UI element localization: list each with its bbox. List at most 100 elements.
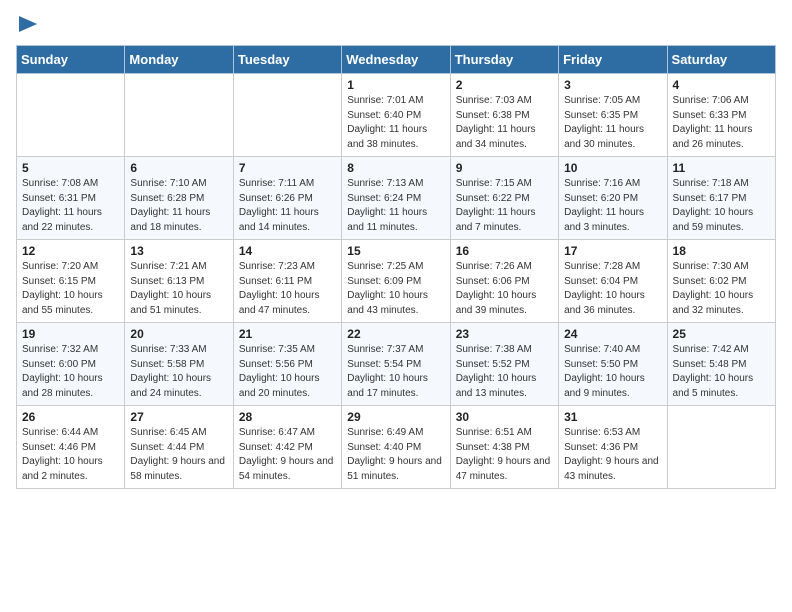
day-number: 20 [130,327,227,341]
calendar-cell: 2Sunrise: 7:03 AM Sunset: 6:38 PM Daylig… [450,74,558,157]
calendar-cell: 24 Sunrise: 7:40 AM Sunset: 5:50 PM Dayli… [559,323,667,406]
day-number: 23 [456,327,553,341]
calendar-cell: 14Sunrise: 7:23 AM Sunset: 6:11 PM Dayli… [233,240,341,323]
calendar-header-row: SundayMondayTuesdayWednesdayThursdayFrid… [17,46,776,74]
day-number: 11 [673,161,770,175]
day-number: 24 [564,327,661,341]
day-info: Sunrise: 7:13 AM Sunset: 6:24 PM Dayligh… [347,177,444,235]
day-number: 4 [673,78,770,92]
day-info: Sunrise: 7:16 AM Sunset: 6:20 PM Dayligh… [564,177,661,235]
calendar-week-row: 5 Sunrise: 7:08 AM Sunset: 6:31 PM Daylig… [17,157,776,240]
day-info: Sunrise: 7:42 AM Sunset: 5:48 PM Dayligh… [673,343,770,401]
calendar-cell [667,406,775,489]
day-number: 22 [347,327,444,341]
calendar-cell: 25 Sunrise: 7:42 AM Sunset: 5:48 PM Dayli… [667,323,775,406]
day-number: 26 [22,410,119,424]
calendar-cell: 10Sunrise: 7:16 AM Sunset: 6:20 PM Dayli… [559,157,667,240]
day-number: 25 [673,327,770,341]
day-info: Sunrise: 7:35 AM Sunset: 5:56 PM Dayligh… [239,343,336,401]
weekday-header-monday: Monday [125,46,233,74]
calendar-cell [233,74,341,157]
calendar-week-row: 19Sunrise: 7:32 AM Sunset: 6:00 PM Dayli… [17,323,776,406]
day-number: 30 [456,410,553,424]
calendar-cell: 5 Sunrise: 7:08 AM Sunset: 6:31 PM Daylig… [17,157,125,240]
calendar-cell: 27 Sunrise: 6:45 AM Sunset: 4:44 PM Dayli… [125,406,233,489]
weekday-header-friday: Friday [559,46,667,74]
calendar-cell: 3 Sunrise: 7:05 AM Sunset: 6:35 PM Daylig… [559,74,667,157]
calendar-cell: 19Sunrise: 7:32 AM Sunset: 6:00 PM Dayli… [17,323,125,406]
day-info: Sunrise: 7:30 AM Sunset: 6:02 PM Dayligh… [673,260,770,318]
calendar-cell: 20 Sunrise: 7:33 AM Sunset: 5:58 PM Dayli… [125,323,233,406]
day-number: 13 [130,244,227,258]
day-info: Sunrise: 7:28 AM Sunset: 6:04 PM Dayligh… [564,260,661,318]
day-number: 18 [673,244,770,258]
day-info: Sunrise: 6:49 AM Sunset: 4:40 PM Dayligh… [347,426,444,484]
day-number: 15 [347,244,444,258]
page-header [16,16,776,37]
calendar-cell: 12 Sunrise: 7:20 AM Sunset: 6:15 PM Dayli… [17,240,125,323]
day-number: 17 [564,244,661,258]
day-info: Sunrise: 7:38 AM Sunset: 5:52 PM Dayligh… [456,343,553,401]
calendar-cell: 28Sunrise: 6:47 AM Sunset: 4:42 PM Dayli… [233,406,341,489]
calendar-cell: 8 Sunrise: 7:13 AM Sunset: 6:24 PM Daylig… [342,157,450,240]
day-number: 7 [239,161,336,175]
day-info: Sunrise: 7:25 AM Sunset: 6:09 PM Dayligh… [347,260,444,318]
calendar-cell: 15 Sunrise: 7:25 AM Sunset: 6:09 PM Dayli… [342,240,450,323]
day-info: Sunrise: 7:11 AM Sunset: 6:26 PM Dayligh… [239,177,336,235]
weekday-header-saturday: Saturday [667,46,775,74]
day-number: 31 [564,410,661,424]
day-number: 29 [347,410,444,424]
calendar-cell: 17 Sunrise: 7:28 AM Sunset: 6:04 PM Dayli… [559,240,667,323]
day-number: 1 [347,78,444,92]
logo-arrow-icon [19,16,37,37]
day-number: 9 [456,161,553,175]
weekday-header-tuesday: Tuesday [233,46,341,74]
day-info: Sunrise: 6:47 AM Sunset: 4:42 PM Dayligh… [239,426,336,484]
calendar-cell: 16 Sunrise: 7:26 AM Sunset: 6:06 PM Dayli… [450,240,558,323]
calendar-cell: 4Sunrise: 7:06 AM Sunset: 6:33 PM Daylig… [667,74,775,157]
day-info: Sunrise: 6:51 AM Sunset: 4:38 PM Dayligh… [456,426,553,484]
weekday-header-sunday: Sunday [17,46,125,74]
day-number: 21 [239,327,336,341]
calendar-cell: 1Sunrise: 7:01 AM Sunset: 6:40 PM Daylig… [342,74,450,157]
day-info: Sunrise: 7:18 AM Sunset: 6:17 PM Dayligh… [673,177,770,235]
calendar-cell [125,74,233,157]
calendar-cell: 23 Sunrise: 7:38 AM Sunset: 5:52 PM Dayli… [450,323,558,406]
day-number: 27 [130,410,227,424]
day-info: Sunrise: 7:33 AM Sunset: 5:58 PM Dayligh… [130,343,227,401]
calendar-cell: 29 Sunrise: 6:49 AM Sunset: 4:40 PM Dayli… [342,406,450,489]
day-info: Sunrise: 7:21 AM Sunset: 6:13 PM Dayligh… [130,260,227,318]
day-info: Sunrise: 6:44 AM Sunset: 4:46 PM Dayligh… [22,426,119,484]
day-number: 12 [22,244,119,258]
calendar-cell: 9 Sunrise: 7:15 AM Sunset: 6:22 PM Daylig… [450,157,558,240]
day-number: 5 [22,161,119,175]
day-info: Sunrise: 7:26 AM Sunset: 6:06 PM Dayligh… [456,260,553,318]
calendar-cell: 22 Sunrise: 7:37 AM Sunset: 5:54 PM Dayli… [342,323,450,406]
calendar-cell: 30 Sunrise: 6:51 AM Sunset: 4:38 PM Dayli… [450,406,558,489]
day-info: Sunrise: 7:20 AM Sunset: 6:15 PM Dayligh… [22,260,119,318]
day-number: 8 [347,161,444,175]
day-number: 16 [456,244,553,258]
calendar-cell: 18 Sunrise: 7:30 AM Sunset: 6:02 PM Dayli… [667,240,775,323]
day-info: Sunrise: 7:15 AM Sunset: 6:22 PM Dayligh… [456,177,553,235]
day-info: Sunrise: 7:10 AM Sunset: 6:28 PM Dayligh… [130,177,227,235]
calendar-cell: 13 Sunrise: 7:21 AM Sunset: 6:13 PM Dayli… [125,240,233,323]
calendar-week-row: 1Sunrise: 7:01 AM Sunset: 6:40 PM Daylig… [17,74,776,157]
calendar-cell: 26 Sunrise: 6:44 AM Sunset: 4:46 PM Dayli… [17,406,125,489]
day-info: Sunrise: 7:32 AM Sunset: 6:00 PM Dayligh… [22,343,119,401]
day-info: Sunrise: 7:40 AM Sunset: 5:50 PM Dayligh… [564,343,661,401]
day-info: Sunrise: 6:53 AM Sunset: 4:36 PM Dayligh… [564,426,661,484]
day-info: Sunrise: 6:45 AM Sunset: 4:44 PM Dayligh… [130,426,227,484]
calendar-cell: 31 Sunrise: 6:53 AM Sunset: 4:36 PM Dayli… [559,406,667,489]
day-info: Sunrise: 7:03 AM Sunset: 6:38 PM Dayligh… [456,94,553,152]
day-number: 6 [130,161,227,175]
day-number: 14 [239,244,336,258]
day-number: 3 [564,78,661,92]
calendar-cell: 7 Sunrise: 7:11 AM Sunset: 6:26 PM Daylig… [233,157,341,240]
day-info: Sunrise: 7:37 AM Sunset: 5:54 PM Dayligh… [347,343,444,401]
calendar-table: SundayMondayTuesdayWednesdayThursdayFrid… [16,45,776,489]
day-info: Sunrise: 7:05 AM Sunset: 6:35 PM Dayligh… [564,94,661,152]
calendar-cell: 21 Sunrise: 7:35 AM Sunset: 5:56 PM Dayli… [233,323,341,406]
weekday-header-wednesday: Wednesday [342,46,450,74]
day-info: Sunrise: 7:08 AM Sunset: 6:31 PM Dayligh… [22,177,119,235]
